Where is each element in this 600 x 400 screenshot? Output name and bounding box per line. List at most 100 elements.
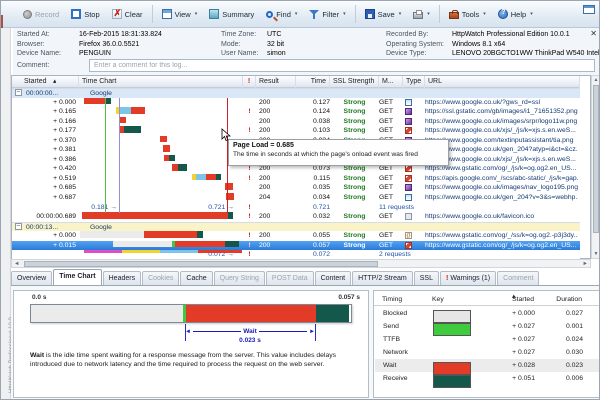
arrow-left-icon: ◄ bbox=[185, 329, 191, 335]
request-row[interactable]: + 0.6852000.035StrongGEThttps://www.goog… bbox=[12, 183, 580, 193]
request-row[interactable]: + 0.6872040.034StrongGEThttps://www.goog… bbox=[12, 193, 580, 203]
request-url: https://www.google.co.uk/images/nav_logo… bbox=[425, 183, 578, 193]
toolbar-button-label: Clear bbox=[125, 10, 143, 19]
request-url: https://www.google.co.uk/favicon.ico bbox=[425, 212, 578, 222]
column-header-started[interactable]: Started bbox=[12, 76, 79, 88]
column-header-result[interactable]: Result bbox=[256, 76, 296, 88]
vertical-scroll-thumb[interactable] bbox=[593, 85, 599, 233]
toolbar-button-label: Filter bbox=[322, 10, 339, 19]
column-header-time[interactable]: Time bbox=[296, 76, 330, 88]
scroll-right-icon[interactable]: ► bbox=[583, 260, 588, 268]
request-row[interactable]: + 0.1662000.038StrongGEThttps://www.goog… bbox=[12, 117, 580, 127]
column-header-chart[interactable]: Time Chart bbox=[79, 76, 243, 88]
timing-header-duration[interactable]: Duration bbox=[534, 293, 582, 306]
warning-icon: ! bbox=[243, 107, 256, 117]
group-row[interactable]: −00:00:13...Google bbox=[12, 222, 580, 232]
tab-comment[interactable]: Comment bbox=[497, 271, 539, 286]
wait-label: Wait bbox=[243, 328, 256, 335]
horizontal-scrollbar[interactable]: ◄ ► bbox=[11, 259, 591, 268]
tab-post-data[interactable]: POST Data bbox=[266, 271, 314, 286]
vertical-scrollbar[interactable]: ▲ ▼ bbox=[591, 75, 600, 259]
info-field-value: 32 bit bbox=[267, 41, 284, 48]
group-row[interactable]: −00:00:00...Google bbox=[12, 88, 580, 98]
time-chart-bar-segment bbox=[119, 117, 126, 124]
info-close-icon[interactable]: ✕ bbox=[590, 30, 597, 38]
ssl-strength: Strong bbox=[330, 231, 379, 241]
request-row[interactable]: + 0.177!2000.103StrongGEThttps://www.goo… bbox=[12, 126, 580, 136]
info-field-label: Operating System: bbox=[386, 40, 452, 50]
time-chart-bar-segment bbox=[225, 241, 239, 248]
time-chart-bar-segment bbox=[113, 241, 172, 248]
request-started: + 0.685 bbox=[12, 183, 76, 193]
request-started: + 0.015 bbox=[12, 241, 76, 251]
save-button[interactable]: Save▾ bbox=[360, 6, 407, 22]
summary-button[interactable]: Summary bbox=[204, 6, 259, 22]
request-started: + 0.381 bbox=[12, 145, 76, 155]
timing-row[interactable]: Send+ 0.0270.001 bbox=[375, 320, 600, 333]
tab-http-2-stream[interactable]: HTTP/2 Stream bbox=[352, 271, 413, 286]
request-row[interactable]: + 0.519!2000.115StrongGEThttps://apis.go… bbox=[12, 174, 580, 184]
help-button[interactable]: Help▾ bbox=[493, 6, 538, 22]
request-url: https://ssl.gstatic.com/gb/images/i1_716… bbox=[425, 107, 578, 117]
timing-name: TTFB bbox=[383, 333, 433, 346]
grid-header: StartedTime Chart!ResultTimeSSL Strength… bbox=[12, 76, 580, 88]
tab-warnings-1-[interactable]: !Warnings (1) bbox=[440, 271, 496, 286]
arrow-line bbox=[259, 331, 307, 332]
time-chart-bar-segment bbox=[144, 231, 197, 238]
request-row[interactable]: 00:00:00.689!2000.032StrongGEThttps://ww… bbox=[12, 212, 580, 222]
request-started: + 0.000 bbox=[12, 231, 76, 241]
tab-query-string[interactable]: Query String bbox=[214, 271, 265, 286]
request-started: + 0.370 bbox=[12, 136, 76, 146]
comment-input[interactable] bbox=[89, 59, 595, 72]
info-field-value: LENOVO 20BGCTO1WW ThinkPad W540 Intel bbox=[452, 50, 600, 57]
toolbar: RecordStopClearView▾SummaryFind▾Filter▾S… bbox=[1, 1, 600, 28]
column-header-ssl[interactable]: SSL Strength bbox=[330, 76, 379, 88]
tab-ssl[interactable]: SSL bbox=[414, 271, 439, 286]
print-button[interactable]: ▾ bbox=[408, 7, 435, 22]
window-restore-icon[interactable] bbox=[583, 5, 595, 14]
timing-row[interactable]: TTFB+ 0.0270.024 bbox=[375, 333, 600, 346]
scroll-up-icon[interactable]: ▲ bbox=[592, 77, 600, 83]
request-url: https://www.google.co.uk/gen_204?v=3&s=w… bbox=[425, 193, 578, 203]
column-header-method[interactable]: M... bbox=[379, 76, 403, 88]
tab-headers[interactable]: Headers bbox=[103, 271, 141, 286]
column-header-url[interactable]: URL bbox=[425, 76, 580, 88]
request-row[interactable]: + 0.165!2000.124StrongGEThttps://ssl.gst… bbox=[12, 107, 580, 117]
request-row[interactable]: + 0.000!2000.055StrongGET{}https://www.g… bbox=[12, 231, 580, 241]
timing-row[interactable]: Receive+ 0.0510.006 bbox=[375, 372, 600, 385]
view-button[interactable]: View▾ bbox=[157, 6, 203, 22]
record-button[interactable]: Record bbox=[18, 7, 64, 22]
tab-overview[interactable]: Overview bbox=[11, 271, 52, 286]
filter-button[interactable]: Filter▾ bbox=[304, 6, 350, 22]
column-header-type[interactable]: Type bbox=[403, 76, 425, 88]
timing-header-key[interactable]: Key bbox=[432, 293, 482, 306]
type-cell bbox=[405, 174, 423, 184]
find-button[interactable]: Find▾ bbox=[261, 7, 302, 22]
request-row[interactable]: + 0.015!2000.057StrongGEThttps://www.gst… bbox=[12, 241, 580, 251]
request-row[interactable]: + 0.0002000.127StrongGEThttps://www.goog… bbox=[12, 98, 580, 108]
timing-row[interactable]: Blocked+ 0.0000.027 bbox=[375, 307, 600, 320]
tab-time-chart[interactable]: Time Chart bbox=[53, 269, 101, 286]
timing-header-started[interactable]: Started bbox=[482, 293, 534, 306]
timing-row[interactable]: Network+ 0.0270.030 bbox=[375, 346, 600, 359]
summary-strip-segment bbox=[198, 250, 242, 253]
horizontal-scroll-thumb[interactable] bbox=[24, 261, 378, 267]
timing-row[interactable]: Wait+ 0.0280.023 bbox=[375, 359, 600, 372]
scroll-left-icon[interactable]: ◄ bbox=[14, 260, 19, 268]
scroll-down-icon[interactable]: ▼ bbox=[592, 251, 600, 257]
tools-button[interactable]: Tools▾ bbox=[444, 7, 491, 22]
tab-cache[interactable]: Cache bbox=[180, 271, 212, 286]
column-header-warn[interactable]: ! bbox=[243, 76, 256, 88]
clear-button[interactable]: Clear bbox=[107, 6, 148, 22]
tab-content[interactable]: Content bbox=[315, 271, 352, 286]
timing-started: + 0.027 bbox=[483, 320, 535, 333]
timing-started: + 0.028 bbox=[483, 359, 535, 372]
stop-button[interactable]: Stop bbox=[66, 6, 104, 22]
tab-cookies[interactable]: Cookies bbox=[142, 271, 179, 286]
tab-label: Query String bbox=[220, 275, 259, 282]
html-file-icon bbox=[405, 99, 412, 106]
timing-header-timing[interactable]: Timing bbox=[382, 293, 432, 306]
type-cell bbox=[405, 117, 423, 127]
collapse-icon[interactable]: − bbox=[15, 89, 22, 96]
collapse-icon[interactable]: − bbox=[15, 223, 22, 230]
